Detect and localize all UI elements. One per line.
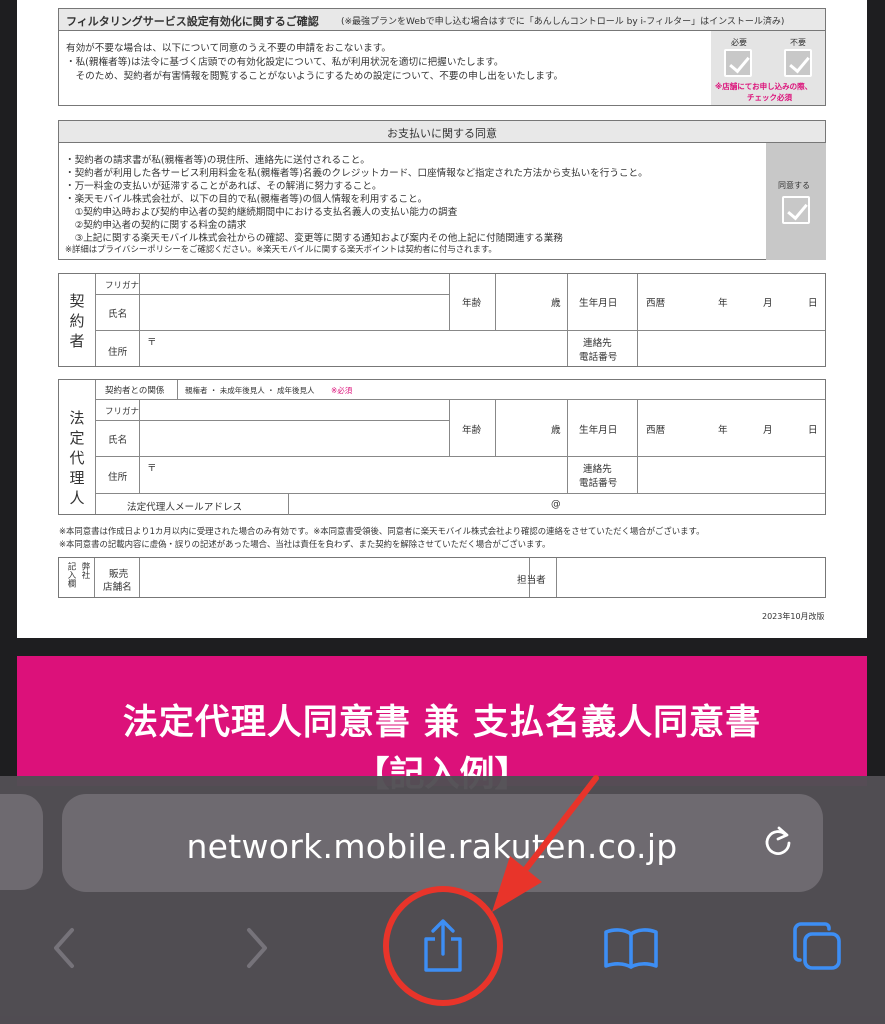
filtering-header: フィルタリングサービス設定有効化に関するご確認 (※最強プランをWebで申し込む… xyxy=(59,9,825,31)
guardian-at-mark: @ xyxy=(551,499,561,510)
check-unneeded-label: 不要 xyxy=(790,38,806,47)
contractor-furigana-label: フリガナ xyxy=(105,281,140,291)
contractor-month-label: 月 xyxy=(763,298,773,309)
store-entry-label-2: 記入欄 xyxy=(66,562,76,588)
guardian-age-unit: 歳 xyxy=(551,425,561,436)
payment-agree-area: 同意する xyxy=(766,143,826,260)
payment-header: お支払いに関する同意 xyxy=(59,121,825,143)
guardian-address-label: 住所 xyxy=(108,472,128,483)
payment-line-8: ※詳細はプライバシーポリシーをご確認ください。※楽天モバイルに関する楽天ポイント… xyxy=(65,244,497,254)
guardian-year-label: 年 xyxy=(718,425,728,436)
payment-line-1: ・契約者の請求書が私(親権者等)の現住所、連絡先に送付されること。 xyxy=(65,155,370,166)
agree-label: 同意する xyxy=(778,181,810,190)
guardian-month-label: 月 xyxy=(763,425,773,436)
store-note-line-2: チェック必須 xyxy=(747,93,792,102)
filtering-title: フィルタリングサービス設定有効化に関するご確認 xyxy=(66,15,319,28)
payment-line-2: ・契約者が利用した各サービス利用料金を私(親権者等)名義のクレジットカード、口座… xyxy=(65,168,648,179)
filtering-line-1: 有効が不要な場合は、以下について同意のうえ不要の申請をおこないます。 xyxy=(66,43,391,54)
guardian-name-label: 氏名 xyxy=(108,435,128,446)
guardian-phone-field[interactable] xyxy=(638,457,824,492)
store-entry-label-1: 弊社 xyxy=(80,562,90,579)
note-line-1: ※本同意書は作成日より1カ月以内に受理された場合のみ有効です。※本同意書受領後、… xyxy=(59,526,705,536)
address-bar-url: network.mobile.rakuten.co.jp xyxy=(186,827,678,866)
red-arrow-annotation xyxy=(492,775,599,912)
tabs-icon[interactable] xyxy=(791,920,847,980)
guardian-email-label: 法定代理人メールアドレス xyxy=(127,502,243,513)
contractor-section-label: 契約者 xyxy=(69,292,85,350)
guardian-required-mark: ※必須 xyxy=(331,386,353,395)
contractor-furigana-field[interactable] xyxy=(140,275,448,293)
store-note-line-1: ※店舗にてお申し込みの際、 xyxy=(715,82,813,91)
filtering-line-3: そのため、契約者が有害情報を閲覧することがないようにするための設定について、不要… xyxy=(66,71,564,82)
contractor-era-label: 西暦 xyxy=(646,298,666,309)
guardian-birthdate-label: 生年月日 xyxy=(579,425,618,436)
guardian-section: 法定代理人 契約者との関係 親権者 ・ 未成年後見人 ・ 成年後見人 ※必須 フ… xyxy=(58,379,826,515)
previous-tab-pill[interactable] xyxy=(0,794,43,890)
guardian-phone-label-2: 電話番号 xyxy=(579,478,618,489)
contractor-birthdate-label: 生年月日 xyxy=(579,298,618,309)
store-staff-field[interactable] xyxy=(557,558,825,597)
address-bar[interactable]: network.mobile.rakuten.co.jp xyxy=(62,794,823,892)
contractor-name-label: 氏名 xyxy=(108,309,128,320)
contractor-section: 契約者 フリガナ 氏名 年齢 歳 生年月日 西暦 年 月 日 住所 〒 連絡先 … xyxy=(58,273,826,367)
contractor-phone-label-2: 電話番号 xyxy=(579,352,618,363)
contractor-phone-field[interactable] xyxy=(638,331,824,365)
payment-line-3: ・万一料金の支払いが延滞することがあれば、その解消に努力すること。 xyxy=(65,181,382,192)
guardian-relation-options[interactable]: 親権者 ・ 未成年後見人 ・ 成年後見人 xyxy=(185,385,315,396)
contractor-age-label: 年齢 xyxy=(462,298,482,309)
guardian-relation-label: 契約者との関係 xyxy=(105,386,165,396)
guardian-section-label: 法定代理人 xyxy=(69,409,85,507)
guardian-name-field[interactable] xyxy=(140,421,448,455)
payment-line-5: ①契約申込時および契約申込者の契約継続期間中における支払名義人の支払い能力の調査 xyxy=(65,207,458,218)
contractor-phone-label-1: 連絡先 xyxy=(583,338,612,349)
note-line-2: ※本同意書の記載内容に虚偽・誤りの記述があった場合、当社は責任を負わず、また契約… xyxy=(59,539,551,549)
guardian-furigana-field[interactable] xyxy=(140,400,448,419)
guardian-age-label: 年齢 xyxy=(462,425,482,436)
guardian-phone-label-1: 連絡先 xyxy=(583,464,612,475)
contractor-address-field[interactable] xyxy=(140,331,566,365)
guardian-era-label: 西暦 xyxy=(646,425,666,436)
filtering-check-area: 必要 不要 ※店舗にてお申し込みの際、 チェック必須 xyxy=(711,31,825,105)
filtering-line-2: ・私(親権者等)は法令に基づく店頭での有効化設定について、私が利用状況を適切に把… xyxy=(66,57,504,68)
unneeded-checkbox[interactable] xyxy=(784,49,812,77)
banner-title: 法定代理人同意書 兼 支払名義人同意書 xyxy=(122,703,762,743)
reload-icon[interactable] xyxy=(759,824,797,862)
back-chevron-icon[interactable] xyxy=(50,926,78,974)
contractor-day-label: 日 xyxy=(808,298,818,309)
guardian-furigana-label: フリガナ xyxy=(105,407,140,417)
filtering-title-note: (※最強プランをWebで申し込む場合はすでに「あんしんコントロール by i-フ… xyxy=(341,17,785,27)
form-document-page: フィルタリングサービス設定有効化に関するご確認 (※最強プランをWebで申し込む… xyxy=(17,0,867,638)
forward-chevron-icon[interactable] xyxy=(243,926,271,974)
guardian-address-field[interactable] xyxy=(140,457,566,492)
payment-section: お支払いに関する同意 ・契約者の請求書が私(親権者等)の現住所、連絡先に送付され… xyxy=(58,120,826,260)
bookmarks-icon[interactable] xyxy=(602,926,660,974)
store-staff-label: 担当者 xyxy=(517,575,546,586)
check-required-label: 必要 xyxy=(731,38,747,47)
payment-line-4: ・楽天モバイル株式会社が、以下の目的で私(親権者等)の個人情報を利用すること。 xyxy=(65,194,428,205)
payment-title: お支払いに関する同意 xyxy=(387,127,497,140)
screenshot: フィルタリングサービス設定有効化に関するご確認 (※最強プランをWebで申し込む… xyxy=(0,0,885,1024)
contractor-name-field[interactable] xyxy=(140,295,448,329)
contractor-address-label: 住所 xyxy=(108,347,128,358)
store-name-field[interactable] xyxy=(140,558,528,597)
payment-line-7: ③上記に関する楽天モバイル株式会社からの確認、変更等に関する通知および案内その他… xyxy=(65,233,563,244)
form-title-banner: 法定代理人同意書 兼 支払名義人同意書 【記入例】 xyxy=(17,656,867,795)
store-shop-label-2: 店舗名 xyxy=(103,582,132,593)
contractor-year-label: 年 xyxy=(718,298,728,309)
agree-checkbox[interactable] xyxy=(782,196,810,224)
guardian-day-label: 日 xyxy=(808,425,818,436)
required-checkbox[interactable] xyxy=(724,49,752,77)
payment-line-6: ②契約申込者の契約に関する料金の請求 xyxy=(65,220,247,231)
contractor-age-unit: 歳 xyxy=(551,298,561,309)
revision-label: 2023年10月改版 xyxy=(762,612,825,621)
store-shop-label-1: 販売 xyxy=(109,569,129,580)
store-entry-section: 弊社 記入欄 販売 店舗名 担当者 xyxy=(58,557,826,598)
filtering-section: フィルタリングサービス設定有効化に関するご確認 (※最強プランをWebで申し込む… xyxy=(58,8,826,106)
